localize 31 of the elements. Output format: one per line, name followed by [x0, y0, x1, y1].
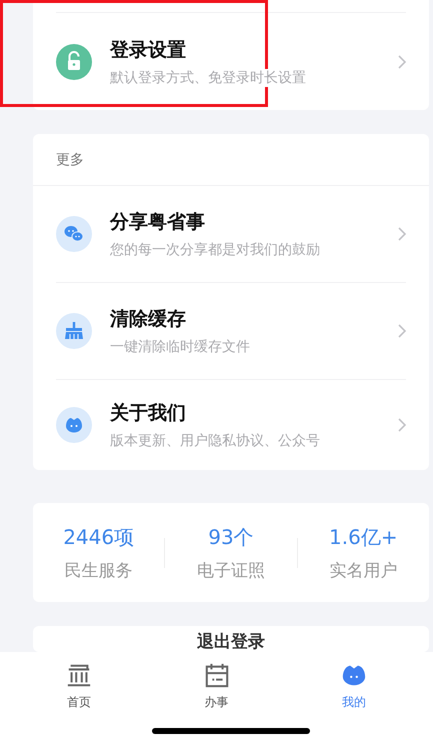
row-title: 登录设置: [110, 38, 187, 62]
broom-icon: [56, 313, 92, 349]
row-title: 清除缓存: [110, 307, 187, 332]
stat-label: 实名用户: [329, 560, 398, 582]
logout-button[interactable]: 退出登录: [33, 626, 429, 652]
settings-row[interactable]: 清除缓存 一键清除临时缓存文件: [33, 283, 429, 379]
row-subtitle: 版本更新、用户隐私协议、公众号: [110, 432, 320, 450]
mascot-icon: [56, 407, 92, 443]
row-subtitle: 一键清除临时缓存文件: [110, 338, 250, 356]
tab[interactable]: 办事: [148, 652, 286, 712]
tab[interactable]: 我的: [285, 652, 424, 712]
stat-value: 1.6亿+: [329, 524, 398, 550]
settings-row[interactable]: 分享粤省事 您的每一次分享都是对我们的鼓励: [33, 186, 429, 282]
settings-row[interactable]: 关于我们 版本更新、用户隐私协议、公众号: [33, 380, 429, 470]
row-title: 分享粤省事: [110, 210, 206, 235]
row-subtitle: 您的每一次分享都是对我们的鼓励: [110, 241, 320, 259]
chat-icon: [56, 216, 92, 252]
stat-value: 2446项: [63, 524, 134, 550]
stat-label: 电子证照: [196, 560, 265, 582]
tab[interactable]: 首页: [10, 652, 148, 712]
row-subtitle: 默认登录方式、免登录时长设置: [110, 68, 306, 86]
section-header: 更多: [56, 150, 84, 168]
stat-label: 民生服务: [64, 560, 133, 582]
row-title: 关于我们: [110, 401, 187, 426]
lock-icon: [56, 44, 92, 80]
stat-value: 93个: [208, 524, 254, 550]
chevron-icon: [397, 323, 407, 339]
chevron-icon: [397, 417, 407, 433]
settings-row[interactable]: 登录设置 默认登录方式、免登录时长设置: [33, 13, 429, 110]
chevron-icon: [397, 54, 407, 70]
chevron-icon: [397, 226, 407, 242]
